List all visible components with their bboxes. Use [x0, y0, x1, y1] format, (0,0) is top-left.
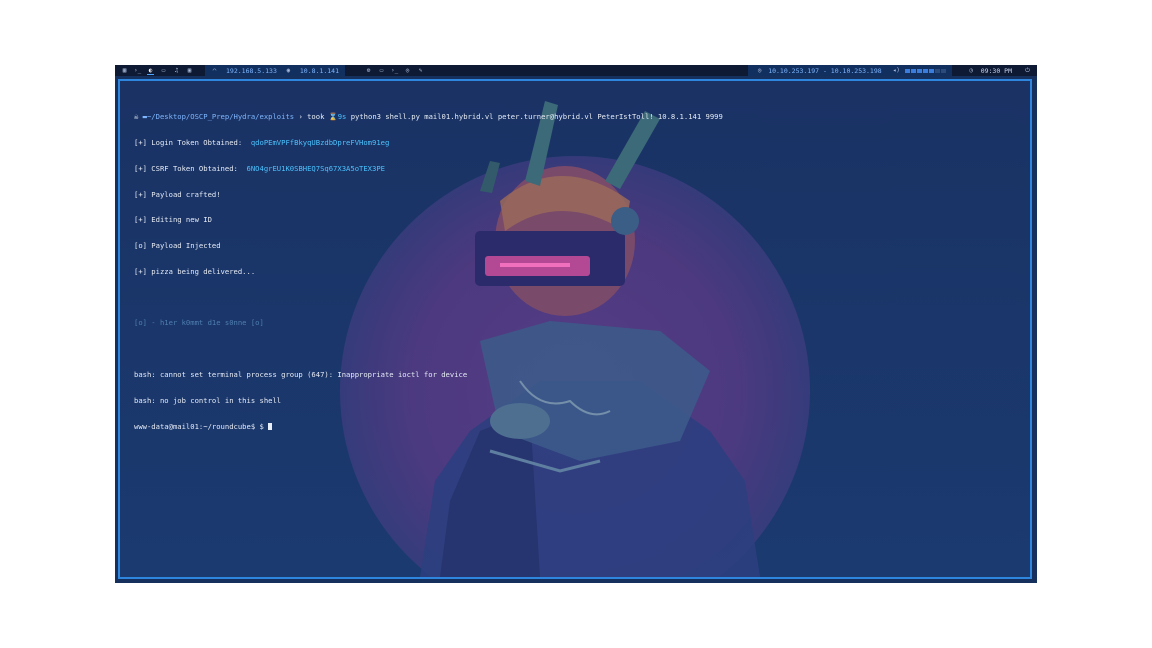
clock-time: 09:30 PM	[980, 66, 1012, 75]
clock-group: ◷ 09:30 PM ⏻	[957, 65, 1037, 76]
payload-injected-line: [o] Payload Injected	[134, 241, 221, 251]
terminal-icon[interactable]: ›_	[391, 67, 398, 74]
login-token-label: [+] Login Token Obtained:	[134, 137, 243, 147]
editing-id-line: [+] Editing new ID	[134, 215, 212, 225]
login-token-line: [+] Login Token Obtained: qdoPEmVPFfBkyq…	[134, 137, 1020, 148]
hier-line: [o] - h1er k0mmt d1e s0nne [o]	[134, 318, 264, 328]
firefox-icon[interactable]: ◐	[147, 67, 154, 75]
bash-warning-line: bash: cannot set terminal process group …	[134, 370, 468, 379]
terminal-output[interactable]: ☠ ▬~/Desktop/OSCP_Prep/Hydra/exploits › …	[134, 96, 1020, 448]
command-text: python3 shell.py mail01.hybrid.vl peter.…	[350, 112, 723, 122]
folder-icon[interactable]: ▭	[378, 67, 385, 74]
csrf-token-value: 6NO4grEU1K0SBHEQ7Sq67X3A5oTEX3PE	[246, 163, 385, 173]
pizza-line: [+] pizza being delivered...	[134, 266, 256, 276]
desktop-screen: ▦ ›_ ◐ ▭ ♫ ▣ ◠ 192.168.5.133 ◉ 10.8.1.14…	[115, 65, 1037, 583]
wifi-icon: ◠	[212, 67, 217, 74]
target-ips: 10.10.253.197 - 10.10.253.198	[768, 66, 882, 75]
grid-icon[interactable]: ▦	[121, 67, 128, 74]
terminal-cursor	[268, 423, 273, 431]
skull-icon: ☠	[134, 112, 143, 122]
volume-bar-segment	[922, 68, 928, 73]
target-icon: ◎	[757, 67, 762, 74]
login-token-value: qdoPEmVPFfBkyqUBzdbDpreFVHom91eg	[250, 137, 390, 147]
csrf-token-line: [+] CSRF Token Obtained: 6NO4grEU1K0SBHE…	[134, 163, 1020, 174]
payload-crafted-line: [+] Payload crafted!	[134, 189, 221, 199]
prompt-user: took	[307, 112, 325, 122]
terminal-icon[interactable]: ›_	[134, 67, 141, 74]
vpn-ip: 10.8.1.141	[299, 66, 340, 75]
gear-icon[interactable]: ⚙	[365, 67, 372, 74]
folder-icon[interactable]: ▭	[160, 67, 167, 74]
prompt-separator: ›	[294, 112, 308, 122]
network-group: ◠ 192.168.5.133 ◉ 10.8.1.141	[205, 65, 346, 76]
terminal-window[interactable]: ☠ ▬~/Desktop/OSCP_Prep/Hydra/exploits › …	[118, 79, 1032, 579]
clock-icon: ◷	[969, 67, 973, 74]
volume-bar-segment	[910, 68, 916, 73]
launcher-group: ▦ ›_ ◐ ▭ ♫ ▣	[115, 65, 199, 76]
volume-bar-segment	[904, 68, 910, 73]
vpn-icon: ◉	[286, 67, 291, 74]
volume-bar[interactable]	[904, 68, 946, 73]
target-group: ◎ 10.10.253.197 - 10.10.253.198 ◂)	[748, 65, 952, 76]
bash-jobcontrol-line: bash: no job control in this shell	[134, 395, 282, 405]
volume-icon[interactable]: ◂)	[893, 67, 900, 74]
csrf-token-label: [+] CSRF Token Obtained:	[134, 163, 238, 173]
shell-prompt: www-data@mail01:~/roundcube$ $	[134, 421, 264, 431]
prompt-path: ~/Desktop/OSCP_Prep/Hydra/exploits	[146, 112, 295, 122]
image-icon[interactable]: ▣	[186, 67, 193, 74]
hourglass-icon: ⌛	[324, 112, 338, 122]
top-status-bar: ▦ ›_ ◐ ▭ ♫ ▣ ◠ 192.168.5.133 ◉ 10.8.1.14…	[115, 65, 1037, 76]
shell-prompt-line[interactable]: www-data@mail01:~/roundcube$ $	[134, 421, 1020, 432]
volume-bar-segment	[940, 68, 946, 73]
edit-icon[interactable]: ✎	[417, 67, 424, 74]
volume-bar-segment	[934, 68, 940, 73]
music-icon[interactable]: ♫	[173, 67, 180, 74]
power-icon[interactable]: ⏻	[1024, 67, 1031, 74]
git-icon[interactable]: ◎	[404, 67, 411, 74]
tools-group: ⚙ ▭ ›_ ◎ ✎	[351, 65, 431, 76]
prompt-line: ☠ ▬~/Desktop/OSCP_Prep/Hydra/exploits › …	[134, 112, 1020, 122]
volume-bar-segment	[916, 68, 922, 73]
volume-bar-segment	[928, 68, 934, 73]
wifi-ip: 192.168.5.133	[226, 66, 277, 75]
